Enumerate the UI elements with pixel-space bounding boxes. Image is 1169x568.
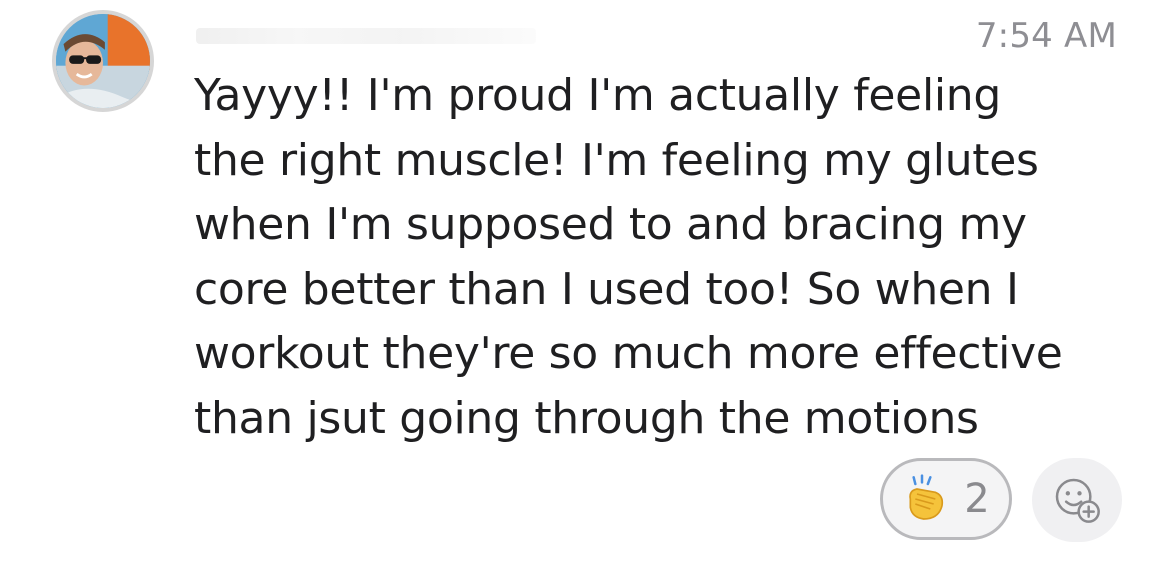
message-line: the right muscle! I'm feeling my glutes	[194, 134, 1039, 186]
clapping-hands-icon	[909, 474, 944, 520]
message-timestamp: 7:54 AM	[975, 16, 1117, 56]
message-line: when I'm supposed to and bracing my	[194, 199, 1027, 250]
sender-name-redacted	[196, 22, 536, 50]
message-line: Yayyy!! I'm proud I'm actually feeling	[194, 70, 1002, 121]
message-line: workout they're so much more effective	[194, 328, 1063, 379]
avatar[interactable]	[52, 10, 154, 112]
reaction-clap-button[interactable]: 2	[880, 458, 1012, 540]
add-reaction-button[interactable]	[1032, 458, 1122, 542]
message-line: core better than I used too! So when I	[194, 263, 1019, 315]
avatar-photo	[56, 14, 150, 108]
message-body: Yayyy!! I'm proud I'm actually feeling t…	[194, 64, 1144, 451]
message-line: than jsut going through the motions	[194, 392, 979, 444]
add-emoji-icon	[1055, 478, 1100, 523]
reaction-count: 2	[964, 476, 990, 522]
